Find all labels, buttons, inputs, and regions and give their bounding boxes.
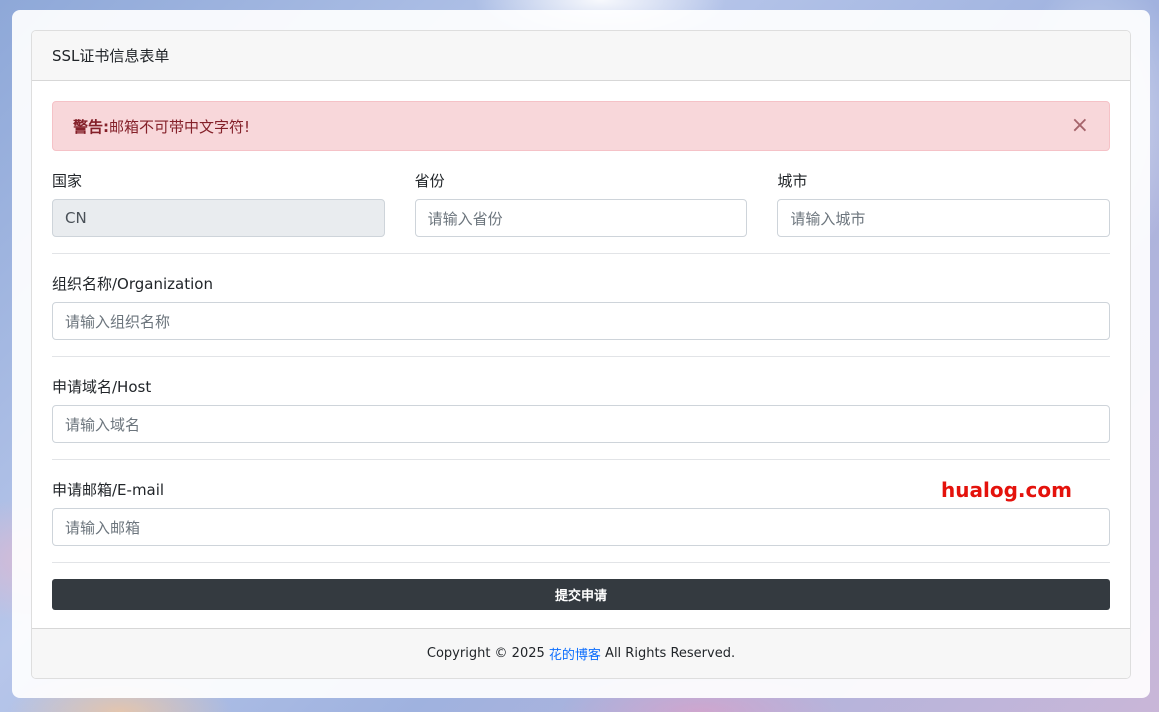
divider [52,253,1110,254]
host-input[interactable]: 请输入域名 [52,405,1110,443]
city-input[interactable]: 请输入城市 [777,199,1111,237]
organization-group: 组织名称/Organization 请输入组织名称 [52,274,1110,340]
email-input[interactable]: 请输入邮箱 [52,508,1110,546]
country-label: 国家 [52,172,83,190]
province-label: 省份 [414,172,445,190]
card-header: SSL证书信息表单 [32,31,1130,81]
divider [52,356,1110,357]
city-placeholder: 请输入城市 [790,209,866,228]
organization-label: 组织名称/Organization [52,275,213,293]
card-title: SSL证书信息表单 [52,47,170,65]
country-value: CN [65,209,87,227]
card-footer: Copyright © 2025 花的博客 All Rights Reserve… [32,628,1130,678]
host-label: 申请域名/Host [52,378,152,396]
province-group: 省份 请输入省份 [414,171,748,237]
city-label: 城市 [777,172,808,190]
warning-alert: 警告: 邮箱不可带中文字符! × [52,101,1110,151]
host-group: 申请域名/Host 请输入域名 [52,377,1110,443]
alert-strong: 警告: [73,117,109,136]
close-icon[interactable]: × [1071,115,1089,137]
alert-message: 邮箱不可带中文字符! [109,117,251,136]
submit-button[interactable]: 提交申请 [52,579,1110,610]
email-placeholder: 请输入邮箱 [65,518,141,537]
card-body: 警告: 邮箱不可带中文字符! × 国家 CN 省份 请输入省份 城市 请输入城市 [32,81,1130,610]
country-input: CN [52,199,385,237]
location-row: 国家 CN 省份 请输入省份 城市 请输入城市 [52,171,1111,237]
organization-placeholder: 请输入组织名称 [65,312,171,331]
footer-prefix: Copyright © 2025 [426,646,549,661]
divider [52,562,1110,563]
country-group: 国家 CN [52,171,385,237]
organization-input[interactable]: 请输入组织名称 [52,302,1110,340]
footer-link[interactable]: 花的博客 [549,644,601,663]
watermark-text: hualog.com [941,478,1072,502]
footer-suffix: All Rights Reserved. [600,646,736,661]
province-input[interactable]: 请输入省份 [414,199,748,237]
ssl-form-card: SSL证书信息表单 警告: 邮箱不可带中文字符! × 国家 CN 省份 请输入省… [31,30,1131,679]
host-placeholder: 请输入域名 [65,415,141,434]
divider [52,459,1110,460]
province-placeholder: 请输入省份 [427,209,503,228]
city-group: 城市 请输入城市 [777,171,1111,237]
